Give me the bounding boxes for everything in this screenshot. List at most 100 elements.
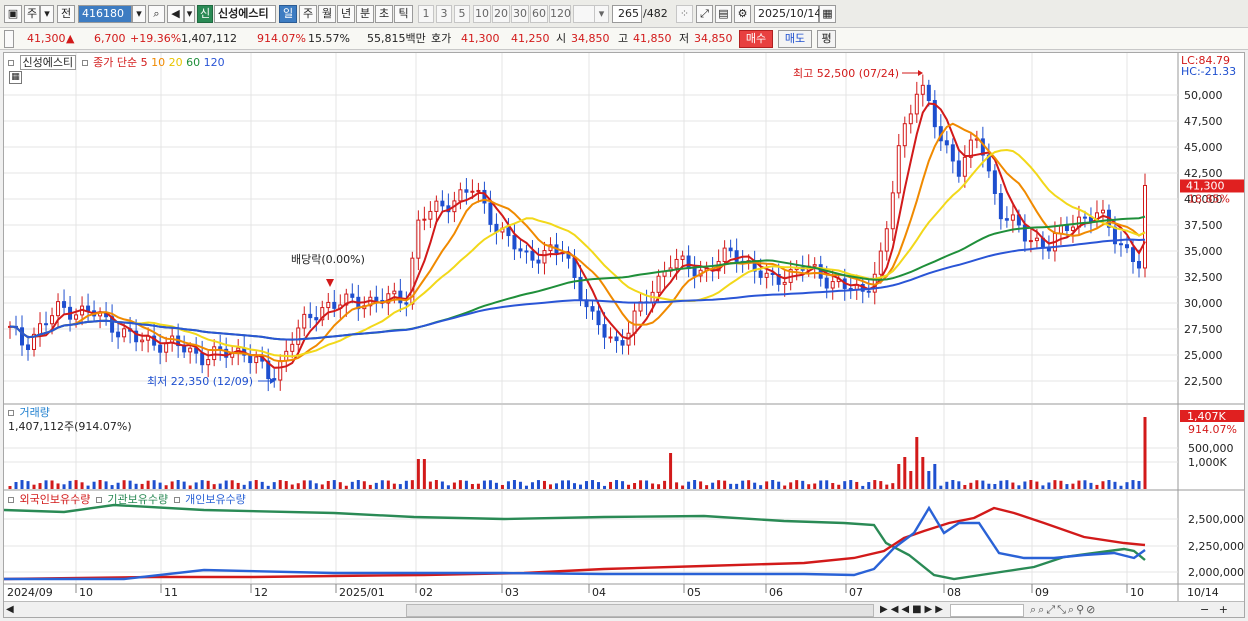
buy-button[interactable]: 매수	[739, 30, 773, 48]
volume-bar	[464, 480, 468, 489]
candle-body	[956, 160, 961, 177]
chart-tools-icon[interactable]: ⌕⌕⤢⤡⌕⚲⊘	[1030, 603, 1097, 617]
candle-body	[1100, 209, 1105, 214]
volume-bar	[585, 481, 589, 489]
candle-body	[1130, 247, 1135, 262]
volume-bar	[326, 480, 330, 489]
search-icon[interactable]: ⌕	[148, 5, 165, 23]
grid-icon[interactable]: ⁘	[676, 5, 693, 23]
legend-institution[interactable]: 기관보유수량	[107, 493, 168, 506]
volume-value: 1,407,112	[181, 32, 237, 45]
interval-10[interactable]: 10	[473, 5, 491, 23]
market-select[interactable]: 주	[24, 5, 40, 23]
playback-controls-icon[interactable]: ▶◀◀■▶▶	[880, 604, 946, 616]
legend-stock-name[interactable]: 신성에스티	[19, 55, 77, 70]
sell-button[interactable]: 매도	[778, 30, 812, 48]
volume-bar	[1071, 483, 1075, 489]
x-tick-label: 2025/01	[339, 586, 385, 599]
candle-body	[758, 270, 763, 278]
interval-60[interactable]: 60	[530, 5, 548, 23]
code-dropdown-icon[interactable]: ▾	[132, 5, 146, 23]
gear-icon[interactable]: ⚙	[734, 5, 751, 23]
volume-bar	[308, 480, 312, 489]
high-annotation: 최고 52,500 (07/24)	[793, 67, 899, 80]
sound-icon[interactable]: ◀	[167, 5, 184, 23]
x-tick-label: 11	[164, 586, 178, 599]
volume-bar	[1011, 482, 1015, 489]
legend-ma20: 20	[168, 56, 183, 69]
interval-20[interactable]: 20	[492, 5, 510, 23]
volume-bar	[410, 480, 414, 489]
interval-1[interactable]: 1	[418, 5, 434, 23]
interval-5[interactable]: 5	[454, 5, 470, 23]
chart-canvas[interactable]: 2024/09 10 11 12 2025/01 02 03 04 05 06 07 08 09 10 10…	[4, 53, 1245, 618]
ask-price: 41,300	[461, 32, 500, 45]
scroll-bar[interactable]: ◀ ▶◀◀■▶▶ ⌕⌕⤢⤡⌕⚲⊘ − + A	[4, 601, 1244, 617]
candle-body	[44, 323, 49, 326]
badge-new: 신	[197, 5, 213, 23]
table-icon[interactable]: ▦	[9, 71, 22, 84]
volume-bar	[332, 480, 336, 489]
volume-bar	[633, 483, 637, 489]
interval-dropdown-icon[interactable]: ▾	[594, 5, 609, 23]
crosshair-icon[interactable]: ⤢	[696, 5, 713, 23]
volume-bar	[819, 480, 823, 489]
zoom-slider[interactable]	[950, 604, 1024, 617]
y-tick-label: 22,500	[1184, 375, 1223, 388]
interval-30[interactable]: 30	[511, 5, 529, 23]
count-input[interactable]: 265	[612, 5, 642, 23]
period-week[interactable]: 주	[299, 5, 317, 23]
ma-line-20	[9, 148, 1146, 358]
candle-body	[866, 290, 871, 293]
candle-body	[950, 144, 955, 162]
bid-price: 41,250	[511, 32, 550, 45]
period-second[interactable]: 초	[375, 5, 393, 23]
eval-button[interactable]: 평	[817, 30, 836, 48]
collapse-icon[interactable]	[4, 30, 14, 48]
holdings-y-tick: 2,500,000	[1188, 513, 1244, 526]
volume-bar	[380, 480, 384, 489]
code-input[interactable]: 416180	[78, 5, 132, 23]
stock-name-field[interactable]: 신성에스티	[214, 5, 276, 23]
current-price: 41,300	[27, 32, 66, 45]
layout-icon[interactable]: ▣	[4, 5, 22, 23]
candle-body	[38, 323, 43, 335]
volume-bar	[290, 484, 294, 489]
candle-body	[62, 301, 67, 308]
volume-bar	[434, 480, 438, 489]
period-month[interactable]: 월	[318, 5, 336, 23]
legend-foreign[interactable]: 외국인보유수량	[20, 493, 91, 506]
volume-bar	[158, 482, 162, 489]
period-minute[interactable]: 분	[356, 5, 374, 23]
y-tick-label: 25,000	[1184, 349, 1223, 362]
volume-bar	[248, 481, 252, 489]
volume-bar	[1053, 480, 1057, 489]
volume-bar	[554, 483, 558, 489]
volume-bar	[32, 484, 36, 489]
volume-bar	[1143, 417, 1147, 489]
chart-area[interactable]: 2024/09 10 11 12 2025/01 02 03 04 05 06 07 08 09 10 10…	[3, 52, 1245, 618]
legend-individual[interactable]: 개인보유수량	[185, 493, 246, 506]
volume-bar	[446, 485, 450, 489]
scroll-left-icon[interactable]: ◀	[6, 604, 18, 616]
date-input[interactable]: 2025/10/14	[754, 5, 821, 23]
interval-120[interactable]: 120	[549, 5, 571, 23]
period-day[interactable]: 일	[279, 5, 297, 23]
candle-body	[824, 277, 829, 289]
scroll-thumb[interactable]	[406, 604, 874, 617]
legend-ma-label[interactable]: 종가 단순	[93, 56, 137, 69]
calendar-icon[interactable]: ▦	[819, 5, 836, 23]
prefix-button[interactable]: 전	[57, 5, 75, 23]
zoom-controls-icon[interactable]: − + A	[1200, 603, 1244, 617]
volume-bar	[723, 480, 727, 489]
volume-bar	[14, 481, 18, 489]
period-year[interactable]: 년	[337, 5, 355, 23]
volume-bar	[470, 484, 474, 489]
save-icon[interactable]: ▤	[715, 5, 732, 23]
market-dropdown-icon[interactable]: ▾	[40, 5, 54, 23]
candle-body	[398, 290, 403, 304]
period-tick[interactable]: 틱	[394, 5, 413, 23]
volume-bar	[476, 483, 480, 489]
interval-3[interactable]: 3	[436, 5, 452, 23]
sound-dropdown-icon[interactable]: ▾	[184, 5, 195, 23]
